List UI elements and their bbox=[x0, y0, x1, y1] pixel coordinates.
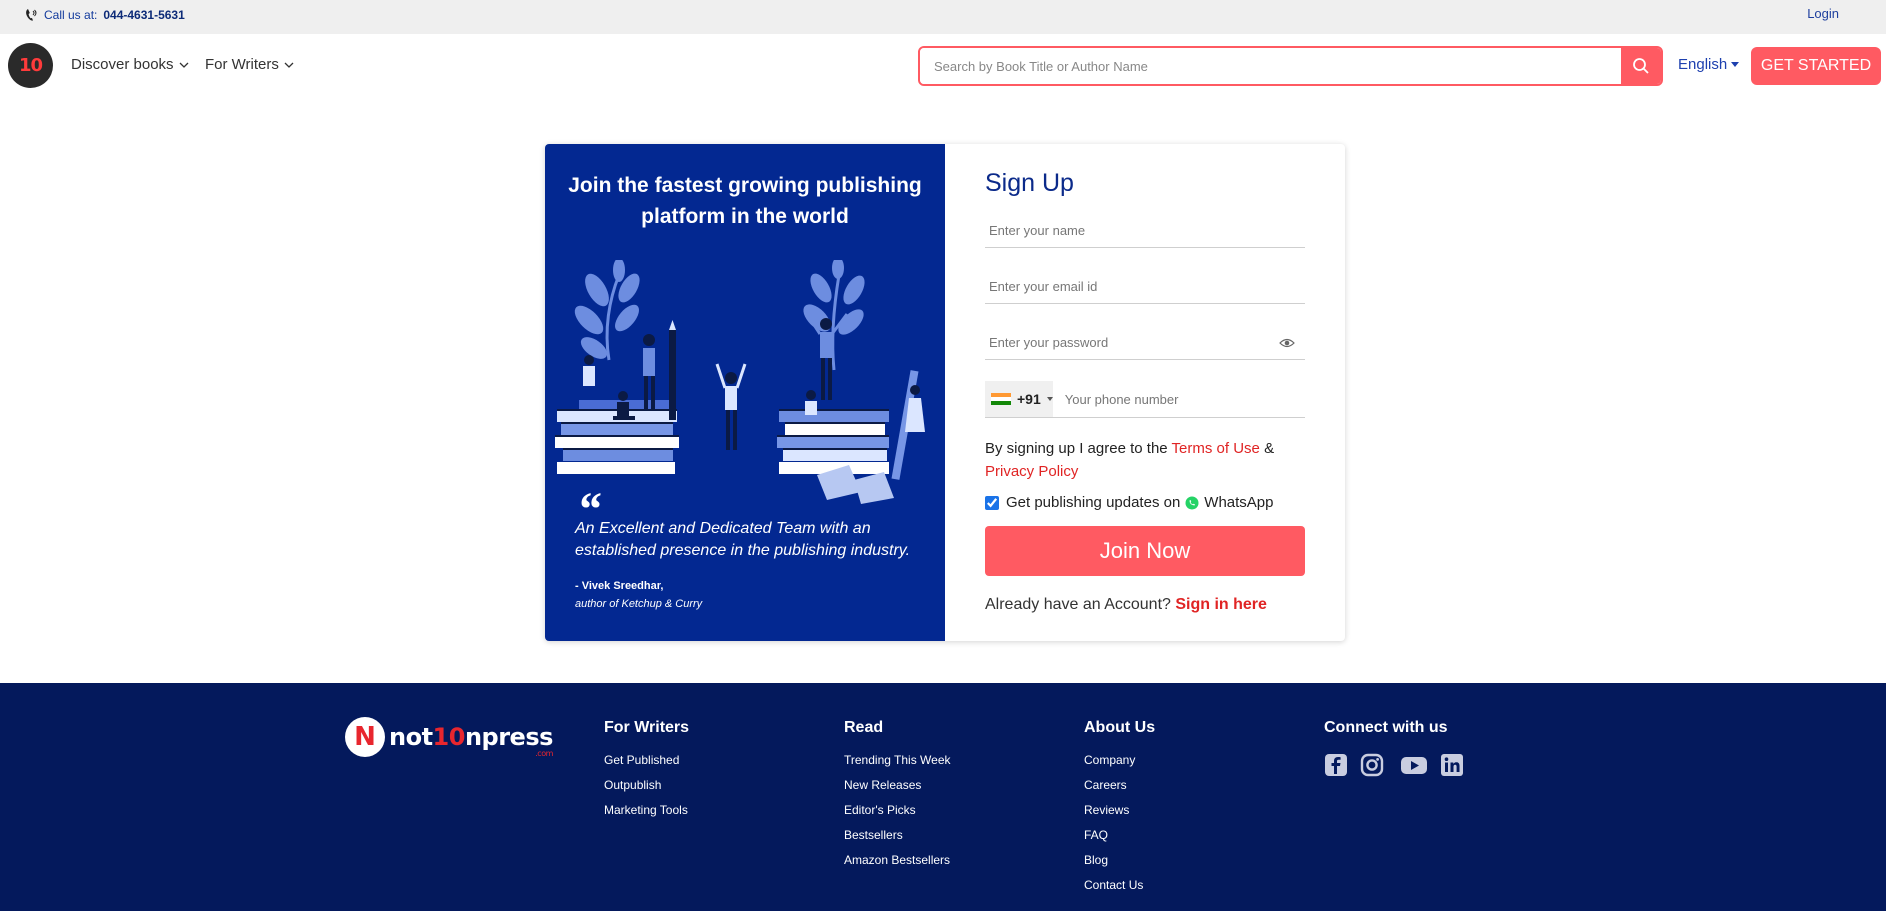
footer-column-read: Read Trending This Week New Releases Edi… bbox=[844, 719, 951, 878]
footer-link[interactable]: Reviews bbox=[1084, 803, 1155, 818]
whatsapp-checkbox[interactable] bbox=[985, 495, 999, 510]
password-field-wrapper bbox=[985, 326, 1305, 360]
have-account-text: Already have an Account? bbox=[985, 596, 1171, 613]
india-flag-icon bbox=[991, 392, 1011, 406]
footer-link[interactable]: Outpublish bbox=[604, 778, 689, 793]
eye-icon[interactable] bbox=[1279, 336, 1295, 354]
chevron-down-icon bbox=[284, 62, 294, 68]
footer-link[interactable]: Trending This Week bbox=[844, 753, 951, 768]
footer-link[interactable]: FAQ bbox=[1084, 828, 1155, 843]
search-input[interactable] bbox=[920, 48, 1621, 84]
language-selector[interactable]: English bbox=[1678, 56, 1740, 73]
publishing-illustration bbox=[555, 260, 925, 504]
footer-column-title: Connect with us bbox=[1324, 719, 1448, 736]
linkedin-icon[interactable] bbox=[1440, 753, 1464, 777]
top-bar: Call us at: 044-4631-5631 Login bbox=[0, 0, 1886, 34]
terms-agreement: By signing up I agree to the Terms of Us… bbox=[985, 437, 1305, 483]
logo-text: 10 bbox=[18, 55, 43, 76]
footer-column-title: Read bbox=[844, 719, 884, 736]
password-field[interactable] bbox=[985, 326, 1305, 359]
signin-prompt: Already have an Account? Sign in here bbox=[985, 596, 1267, 614]
testimonial-book: author of Ketchup & Curry bbox=[575, 598, 703, 610]
call-info: Call us at: 044-4631-5631 bbox=[24, 8, 185, 22]
logo-mark-icon: N bbox=[345, 717, 385, 757]
phone-field[interactable] bbox=[1052, 381, 1305, 417]
footer-logo[interactable]: N not10npress .com bbox=[345, 717, 553, 758]
logo-part-1: not bbox=[389, 723, 433, 751]
login-link[interactable]: Login bbox=[1807, 6, 1839, 21]
main-header: 10 Discover books For Writers English GE… bbox=[0, 34, 1886, 98]
logo-part-3: npress bbox=[464, 723, 553, 751]
terms-of-use-link[interactable]: Terms of Use bbox=[1172, 440, 1260, 457]
language-label: English bbox=[1678, 56, 1728, 73]
footer-link[interactable]: Company bbox=[1084, 753, 1155, 768]
footer-link[interactable]: Careers bbox=[1084, 778, 1155, 793]
country-code-selector[interactable]: +91 bbox=[985, 381, 1053, 417]
testimonial-author: - Vivek Sreedhar, bbox=[575, 580, 664, 592]
whatsapp-updates[interactable]: Get publishing updates on WhatsApp bbox=[985, 494, 1274, 511]
phone-icon bbox=[26, 9, 37, 21]
whatsapp-icon bbox=[1185, 496, 1199, 509]
youtube-icon[interactable] bbox=[1400, 753, 1428, 777]
nav-label: Discover books bbox=[71, 56, 174, 73]
search-icon bbox=[1633, 58, 1649, 74]
footer-link[interactable]: Bestsellers bbox=[844, 828, 951, 843]
footer-column-for-writers: For Writers Get Published Outpublish Mar… bbox=[604, 719, 689, 828]
promo-heading: Join the fastest growing publishing plat… bbox=[568, 174, 922, 228]
facebook-icon[interactable] bbox=[1324, 753, 1348, 777]
privacy-policy-link[interactable]: Privacy Policy bbox=[985, 463, 1078, 480]
chevron-down-icon bbox=[179, 62, 189, 68]
whatsapp-label: Get publishing updates on bbox=[1006, 494, 1181, 511]
signup-form: Sign Up +91 bbox=[945, 144, 1345, 641]
email-field-wrapper bbox=[985, 270, 1305, 304]
footer-link[interactable]: Get Published bbox=[604, 753, 689, 768]
nav-discover-books[interactable]: Discover books bbox=[71, 56, 189, 73]
get-started-button[interactable]: GET STARTED bbox=[1751, 47, 1881, 85]
call-label: Call us at: bbox=[44, 8, 98, 22]
nav-label: For Writers bbox=[205, 56, 279, 73]
logo-tld: .com bbox=[535, 749, 553, 758]
sign-in-link[interactable]: Sign in here bbox=[1175, 596, 1267, 613]
testimonial-quote: An Excellent and Dedicated Team with an … bbox=[575, 520, 911, 559]
site-logo[interactable]: 10 bbox=[8, 43, 53, 88]
footer-link[interactable]: Blog bbox=[1084, 853, 1155, 868]
caret-down-icon bbox=[1731, 62, 1740, 67]
footer-column-about-us: About Us Company Careers Reviews FAQ Blo… bbox=[1084, 719, 1155, 903]
instagram-icon[interactable] bbox=[1360, 753, 1384, 777]
footer-link[interactable]: Contact Us bbox=[1084, 878, 1155, 893]
agree-text: By signing up I agree to the bbox=[985, 440, 1168, 457]
logo-wordmark: not10npress .com bbox=[389, 723, 553, 758]
name-field-wrapper bbox=[985, 214, 1305, 248]
footer-link[interactable]: Editor's Picks bbox=[844, 803, 951, 818]
search-bar bbox=[918, 46, 1663, 86]
footer-column-connect: Connect with us bbox=[1324, 719, 1464, 777]
ampersand: & bbox=[1264, 440, 1275, 457]
footer-column-title: About Us bbox=[1084, 719, 1156, 736]
name-field[interactable] bbox=[985, 214, 1305, 247]
footer-column-title: For Writers bbox=[604, 719, 690, 736]
email-field[interactable] bbox=[985, 270, 1305, 303]
site-footer: N not10npress .com For Writers Get Publi… bbox=[0, 683, 1886, 911]
call-number[interactable]: 044-4631-5631 bbox=[103, 8, 184, 22]
signup-card: Join the fastest growing publishing plat… bbox=[545, 144, 1345, 641]
join-now-button[interactable]: Join Now bbox=[985, 526, 1305, 576]
logo-part-2: 10 bbox=[432, 723, 466, 751]
social-links bbox=[1324, 753, 1464, 777]
phone-field-wrapper: +91 bbox=[985, 381, 1305, 418]
footer-link[interactable]: Amazon Bestsellers bbox=[844, 853, 951, 868]
country-code: +91 bbox=[1017, 391, 1041, 407]
promo-panel: Join the fastest growing publishing plat… bbox=[545, 144, 945, 641]
whatsapp-text: WhatsApp bbox=[1204, 494, 1274, 511]
footer-link[interactable]: Marketing Tools bbox=[604, 803, 689, 818]
footer-link[interactable]: New Releases bbox=[844, 778, 951, 793]
signup-title: Sign Up bbox=[985, 169, 1074, 197]
nav-for-writers[interactable]: For Writers bbox=[205, 56, 294, 73]
search-button[interactable] bbox=[1621, 48, 1661, 84]
